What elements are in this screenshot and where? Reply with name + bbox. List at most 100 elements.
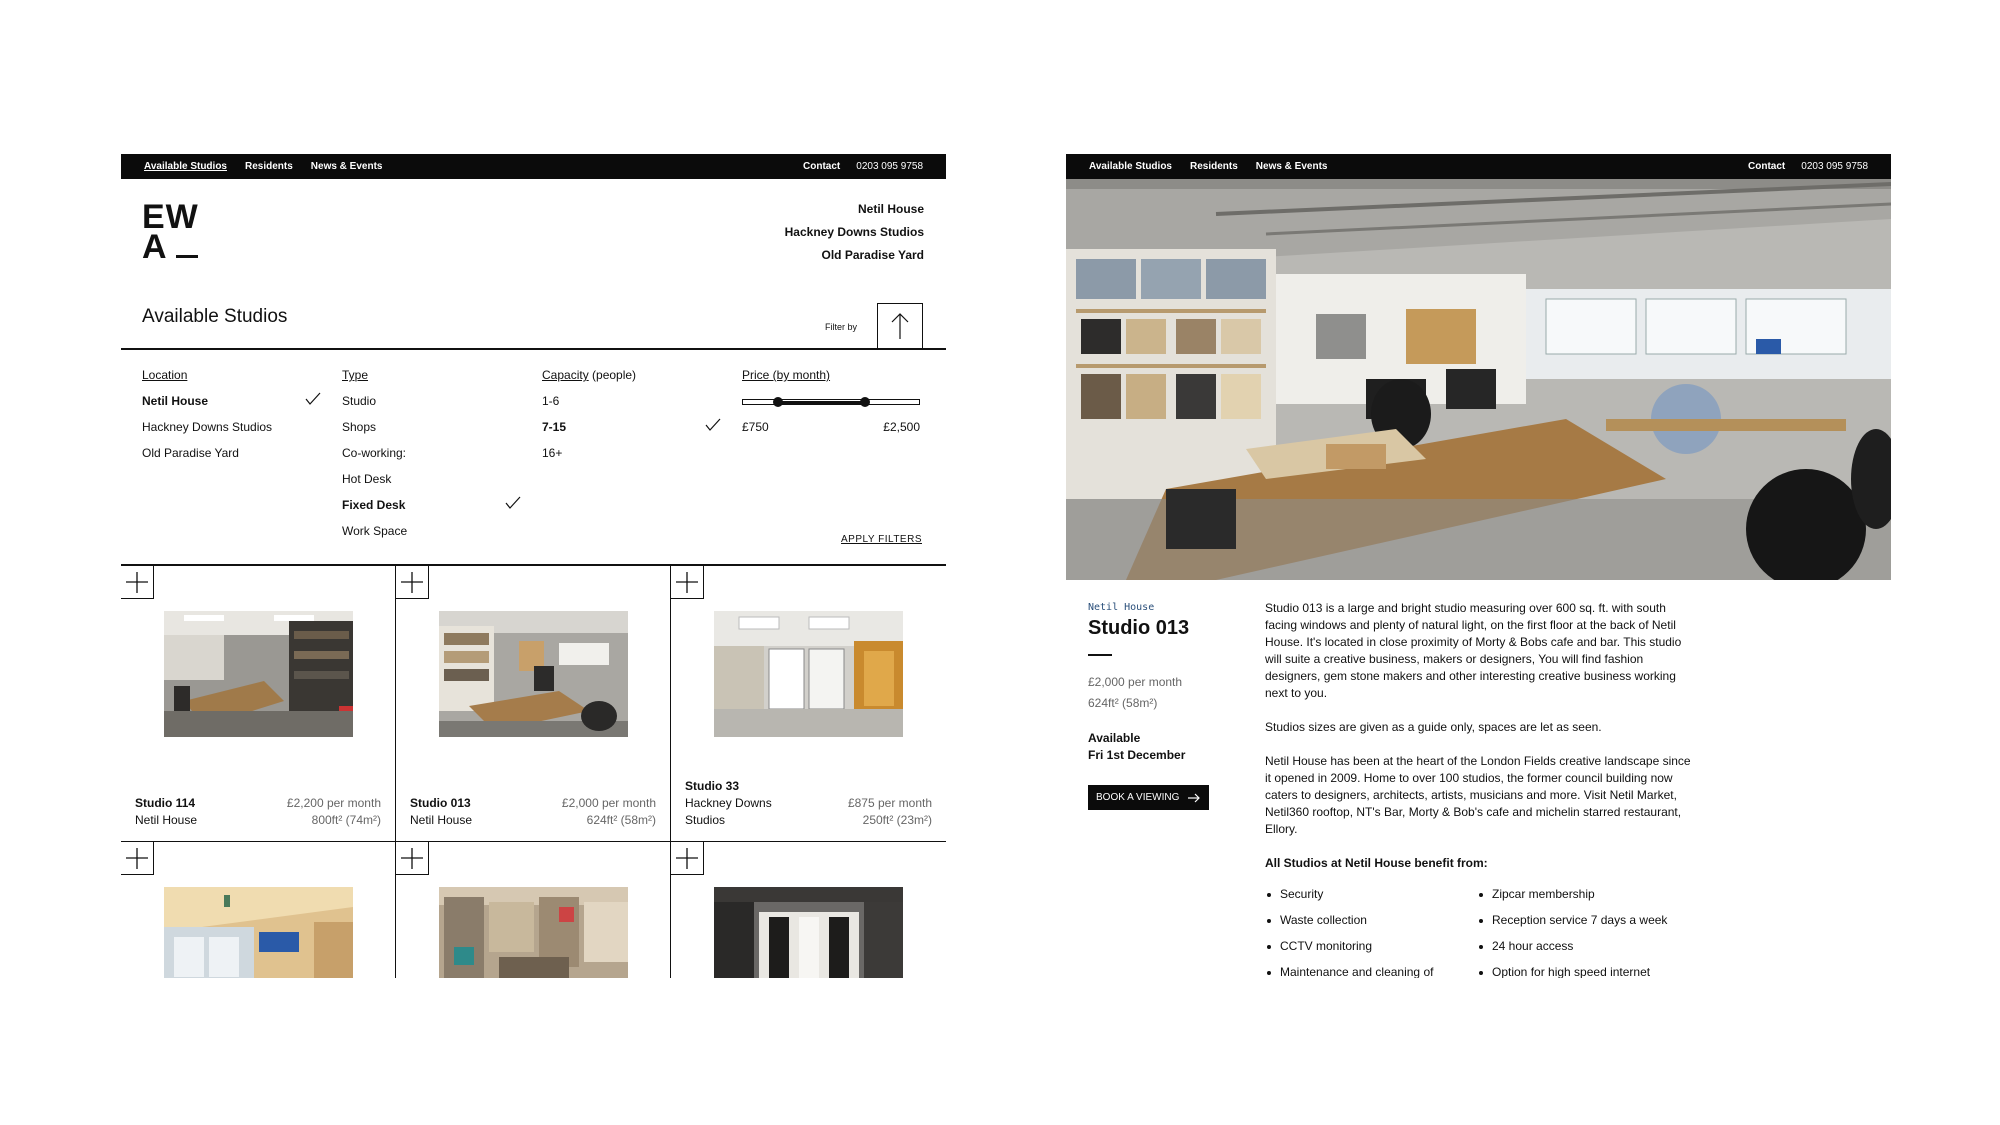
studio-card[interactable] [396,842,671,978]
expand-button[interactable] [121,842,154,875]
studio-photo[interactable] [714,611,903,737]
filter-option-label: Hot Desk [342,472,392,486]
book-viewing-button[interactable]: BOOK A VIEWING [1088,785,1209,810]
benefit-item: Option for high speed internet [1477,964,1689,978]
description-paragraph: Studios sizes are given as a guide only,… [1265,720,1602,734]
filter-option[interactable]: Shops [342,420,522,446]
nav-phone[interactable]: 0203 095 9758 [856,161,923,172]
price-min: £750 [742,420,769,434]
listing-page: Available Studios Residents News & Event… [121,154,946,978]
apply-filters-link[interactable]: APPLY FILTERS [841,534,922,545]
price-slider-min-handle[interactable] [772,397,783,407]
filter-option[interactable]: Netil House [142,392,322,420]
studio-013-hero-photo [1066,179,1891,580]
studio-photo-image [164,887,353,978]
expand-button[interactable] [671,566,704,599]
benefit-item: Reception service 7 days a week [1477,912,1689,929]
nav-available-studios[interactable]: Available Studios [1089,161,1172,172]
studio-photo[interactable] [164,611,353,737]
price-slider-max-handle[interactable] [859,397,870,407]
studio-card-left: Studio 114 Netil House [135,795,197,829]
header-location-link[interactable]: Hackney Downs Studios [785,221,924,244]
filter-option[interactable]: 7-15 [542,418,722,446]
filter-option[interactable]: Fixed Desk [342,496,522,524]
filter-option-label: Hackney Downs Studios [142,420,273,434]
studio-name: Studio 33 [685,779,740,793]
studio-photo[interactable] [439,887,628,978]
filter-option-label: Shops [342,420,377,434]
nav-news-events[interactable]: News & Events [1256,161,1328,172]
studio-name: Studio 013 [410,796,471,810]
filter-option[interactable]: Old Paradise Yard [142,446,322,472]
studio-size: 250ft² (23m²) [862,813,932,827]
studio-card[interactable]: Studio 33 Hackney Downs Studios £875 per… [671,566,946,842]
benefit-item: CCTV monitoring [1265,938,1477,955]
header-locations: Netil House Hackney Downs Studios Old Pa… [785,198,924,267]
filter-option-label: Old Paradise Yard [142,446,239,460]
studio-card[interactable]: Studio 013 Netil House £2,000 per month … [396,566,671,842]
studio-card-left: Studio 013 Netil House [410,795,472,829]
studio-hero-image [1066,179,1891,580]
description-paragraph: Netil House has been at the heart of the… [1265,754,1691,836]
studio-card[interactable] [121,842,396,978]
studio-card[interactable]: Studio 114 Netil House £2,200 per month … [121,566,396,842]
filter-option-label: Fixed Desk [342,498,406,512]
studio-photo[interactable] [439,611,628,737]
plus-icon [676,848,698,869]
nav-contact[interactable]: Contact [1748,161,1785,172]
benefit-item: Waste collection [1265,912,1477,929]
studio-location: Netil House [1088,602,1155,613]
nav-contact[interactable]: Contact [803,161,840,172]
divider [1088,654,1112,656]
studio-card[interactable] [671,842,946,978]
nav-news-events[interactable]: News & Events [311,161,383,172]
filter-option[interactable]: Studio [342,394,522,420]
header-location-link[interactable]: Netil House [785,198,924,221]
nav-residents[interactable]: Residents [245,161,293,172]
filter-option[interactable]: Work Space [342,524,522,550]
filter-option[interactable]: Hot Desk [342,472,522,498]
studio-price: £2,000 per month [1088,675,1183,689]
filter-type: Type Studio Shops Co-working: Hot Desk F… [342,368,522,550]
filter-location-heading: Location [142,368,188,382]
price-slider[interactable] [742,394,920,420]
filter-capacity: Capacity (people) 1-6 7-15 16+ [542,368,722,472]
plus-icon [401,848,423,869]
benefit-item: Security [1265,886,1477,903]
studio-card-info: Studio 33 Hackney Downs Studios £875 per… [685,778,932,829]
filter-price-heading: Price (by month) [742,368,831,382]
benefits-title: All Studios at Netil House benefit from: [1265,856,1488,870]
studio-card-right: £2,000 per month 624ft² (58m²) [562,795,656,829]
expand-button[interactable] [671,842,704,875]
filter-option[interactable]: 1-6 [542,394,722,420]
plus-icon [401,572,423,593]
filter-option-label: Co-working: [342,446,407,460]
filter-option[interactable]: Co-working: [342,446,522,472]
filter-option-label: 16+ [542,446,563,460]
studio-card-right: £2,200 per month 800ft² (74m²) [287,795,381,829]
nav-available-studios[interactable]: Available Studios [144,161,227,172]
studio-description: Studio 013 is a large and bright studio … [1265,600,1695,978]
studio-card-left: Studio 33 Hackney Downs Studios [685,778,795,829]
expand-button[interactable] [396,566,429,599]
studio-size: 624ft² (58m²) [586,813,656,827]
filter-location: Location Netil House Hackney Downs Studi… [142,368,322,472]
studio-photo[interactable] [714,887,903,978]
studio-size: 800ft² (74m²) [311,813,381,827]
header-location-link[interactable]: Old Paradise Yard [785,244,925,267]
filter-toggle-button[interactable] [877,303,923,349]
filter-option[interactable]: Hackney Downs Studios [142,420,322,446]
nav-phone[interactable]: 0203 095 9758 [1801,161,1868,172]
availability-label: Available [1088,731,1141,745]
plus-icon [126,848,148,869]
logo[interactable]: EW A [142,200,199,264]
studio-photo[interactable] [164,887,353,978]
nav-residents[interactable]: Residents [1190,161,1238,172]
filter-option[interactable]: 16+ [542,446,722,472]
studio-price: £2,000 per month [561,796,656,810]
expand-button[interactable] [121,566,154,599]
studio-013-photo [439,611,628,737]
benefits-list: Security Zipcar membership Waste collect… [1265,886,1695,978]
studio-card-info: Studio 114 Netil House £2,200 per month … [135,795,381,829]
expand-button[interactable] [396,842,429,875]
